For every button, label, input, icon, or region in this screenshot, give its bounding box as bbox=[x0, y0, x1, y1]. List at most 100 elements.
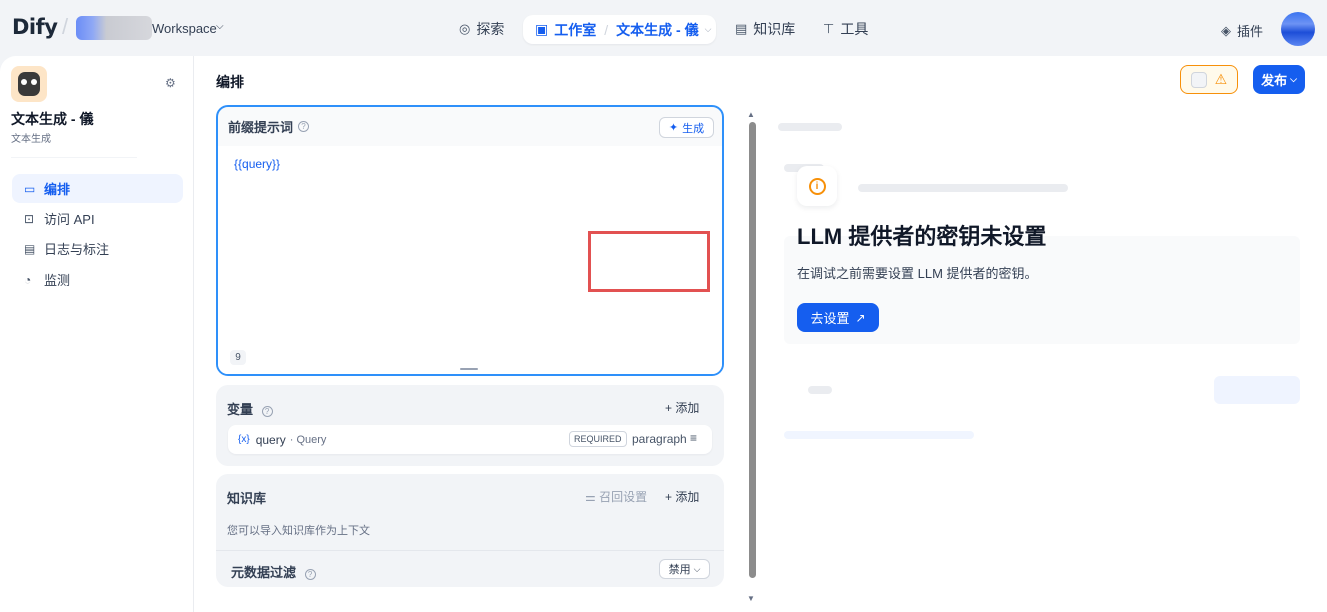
prompt-label: 前缀提示词 bbox=[228, 120, 294, 135]
page-title: 编排 bbox=[216, 74, 244, 90]
help-icon[interactable]: ? bbox=[298, 121, 310, 132]
scroll-thumb[interactable] bbox=[749, 122, 756, 578]
sidebar-item-monitor[interactable]: ◔ 监测 bbox=[12, 265, 183, 294]
warning-icon: ⚠ bbox=[1214, 71, 1228, 87]
variables-title: 变量 ? bbox=[227, 399, 273, 418]
publish-label: 发布 bbox=[1261, 73, 1288, 88]
nav-separator: / bbox=[604, 21, 609, 38]
app-sidebar: ⚙ 文本生成 - 儀 文本生成 ▭ 编排 ⊡ 访问 API ▤ 日志与标注 ◔ … bbox=[0, 56, 194, 612]
nav-tools-label: 工具 bbox=[840, 21, 869, 37]
add-label: 添加 bbox=[675, 490, 700, 504]
add-variable-button[interactable]: + 添加 bbox=[665, 399, 699, 416]
knowledge-description: 您可以导入知识库作为上下文 bbox=[227, 525, 370, 537]
divider bbox=[216, 550, 724, 551]
info-icon-container: i bbox=[797, 166, 837, 206]
dashboard-icon: ◔ bbox=[24, 272, 32, 287]
nav-knowledge[interactable]: ▤ 知识库 bbox=[735, 15, 795, 43]
variable-type: paragraph bbox=[632, 432, 687, 446]
notice-description: 在调试之前需要设置 LLM 提供者的密钥。 bbox=[797, 266, 1038, 281]
file-list-icon: ▤ bbox=[24, 241, 36, 256]
nav-tools[interactable]: ⊤ 工具 bbox=[823, 15, 868, 43]
variable-name: · Query bbox=[289, 433, 327, 446]
workspace-label[interactable]: Workspace bbox=[152, 21, 217, 36]
placeholder-line bbox=[778, 123, 842, 131]
sliders-icon[interactable]: ⚙ bbox=[165, 76, 176, 90]
sidebar-item-orchestrate[interactable]: ▭ 编排 bbox=[12, 174, 183, 203]
nav-explore-label: 探索 bbox=[476, 21, 505, 37]
sparkle-icon: ✦ bbox=[668, 122, 679, 134]
workspace-avatar[interactable] bbox=[76, 16, 152, 40]
sidebar-item-label: 编排 bbox=[44, 182, 71, 197]
provider-key-notice: i LLM 提供者的密钥未设置 在调试之前需要设置 LLM 提供者的密钥。 去设… bbox=[787, 160, 1117, 360]
help-icon[interactable]: ? bbox=[304, 569, 316, 580]
metadata-filter-select[interactable]: 禁用 ⌵ bbox=[659, 559, 710, 579]
sliders-icon: ⚌ bbox=[585, 490, 600, 504]
variable-key: query bbox=[255, 432, 286, 447]
generate-button[interactable]: ✦ 生成 bbox=[659, 117, 714, 138]
model-warning-button[interactable]: ⚠ bbox=[1180, 65, 1238, 94]
go-to-settings-button[interactable]: 去设置 ↗ bbox=[797, 303, 879, 332]
robot-icon: ▣ bbox=[535, 21, 549, 37]
top-bar: Dify / Workspace ⌵ ◎ 探索 ▣ 工作室 / 文本生成 - 儀… bbox=[0, 0, 1327, 56]
variables-label: 变量 bbox=[227, 402, 254, 417]
cube-icon: ◈ bbox=[1221, 22, 1231, 38]
hammer-icon: ⊤ bbox=[823, 21, 835, 36]
nav-app-label[interactable]: 文本生成 - 儀 bbox=[616, 20, 698, 40]
model-icon bbox=[1190, 71, 1207, 88]
char-count: 9 bbox=[230, 350, 246, 365]
app-type: 文本生成 bbox=[11, 134, 51, 145]
nav-explore[interactable]: ◎ 探索 bbox=[459, 15, 504, 43]
sidebar-item-label: 监测 bbox=[44, 273, 71, 288]
chevron-down-icon[interactable]: ⌵ bbox=[216, 21, 224, 32]
chevron-down-icon: ⌵ bbox=[693, 563, 701, 574]
go-to-settings-label: 去设置 bbox=[810, 311, 850, 326]
dify-logo[interactable]: Dify bbox=[12, 15, 58, 39]
compass-icon: ◎ bbox=[459, 21, 471, 36]
highlight-box bbox=[588, 231, 710, 292]
add-label: 添加 bbox=[675, 401, 700, 415]
nav-knowledge-label: 知识库 bbox=[753, 21, 796, 37]
add-knowledge-button[interactable]: + 添加 bbox=[665, 488, 699, 505]
nav-studio[interactable]: ▣ 工作室 / 文本生成 - 儀 ⌵ bbox=[523, 15, 716, 44]
nav-studio-label[interactable]: 工作室 bbox=[554, 20, 596, 40]
sidebar-divider bbox=[11, 157, 137, 158]
plus-icon: + bbox=[665, 490, 676, 504]
sidebar-item-api[interactable]: ⊡ 访问 API bbox=[12, 204, 183, 233]
book-icon: ▤ bbox=[735, 21, 748, 36]
placeholder-line bbox=[784, 431, 974, 439]
prompt-header: 前缀提示词 ? bbox=[218, 107, 722, 146]
resize-handle[interactable] bbox=[460, 368, 478, 370]
plugins-button[interactable]: ◈ 插件 bbox=[1221, 21, 1263, 40]
required-badge: REQUIRED bbox=[569, 431, 627, 447]
logo-text: Dify bbox=[12, 15, 58, 39]
help-icon[interactable]: ? bbox=[261, 406, 273, 417]
generate-label: 生成 bbox=[682, 122, 705, 135]
terminal-icon: ⊡ bbox=[24, 211, 35, 226]
user-avatar[interactable] bbox=[1281, 12, 1315, 46]
plus-icon: + bbox=[665, 401, 676, 415]
paragraph-icon: ≡ bbox=[690, 431, 698, 445]
sidebar-item-label: 日志与标注 bbox=[44, 242, 110, 257]
info-icon: i bbox=[808, 177, 826, 195]
recall-settings-button[interactable]: ⚌ 召回设置 bbox=[585, 488, 647, 505]
metadata-value: 禁用 bbox=[668, 564, 691, 576]
sidebar-item-logs[interactable]: ▤ 日志与标注 bbox=[12, 234, 183, 263]
placeholder-line bbox=[808, 386, 832, 394]
knowledge-title: 知识库 bbox=[227, 491, 267, 506]
placeholder-button bbox=[1214, 376, 1300, 404]
layout-icon: ▭ bbox=[24, 181, 36, 196]
scroll-down-arrow[interactable]: ▼ bbox=[747, 594, 755, 603]
variable-icon: {x} bbox=[238, 434, 250, 445]
publish-button[interactable]: 发布 ⌵ bbox=[1253, 65, 1305, 94]
app-icon bbox=[11, 66, 47, 102]
chevron-down-icon: ⌵ bbox=[1290, 74, 1297, 84]
scroll-up-arrow[interactable]: ▲ bbox=[747, 110, 755, 119]
variable-row[interactable]: {x} query · Query REQUIRED paragraph ≡ bbox=[228, 425, 712, 454]
sidebar-item-label: 访问 API bbox=[44, 212, 95, 227]
prompt-text[interactable]: {{query}} bbox=[234, 157, 280, 171]
app-name: 文本生成 - 儀 bbox=[11, 111, 94, 127]
scrollbar[interactable]: ▲ ▼ bbox=[747, 110, 757, 606]
breadcrumb-slash: / bbox=[62, 14, 69, 39]
metadata-filter-title: 元数据过滤 ? bbox=[231, 562, 316, 581]
chevron-down-icon[interactable]: ⌵ bbox=[705, 24, 712, 35]
